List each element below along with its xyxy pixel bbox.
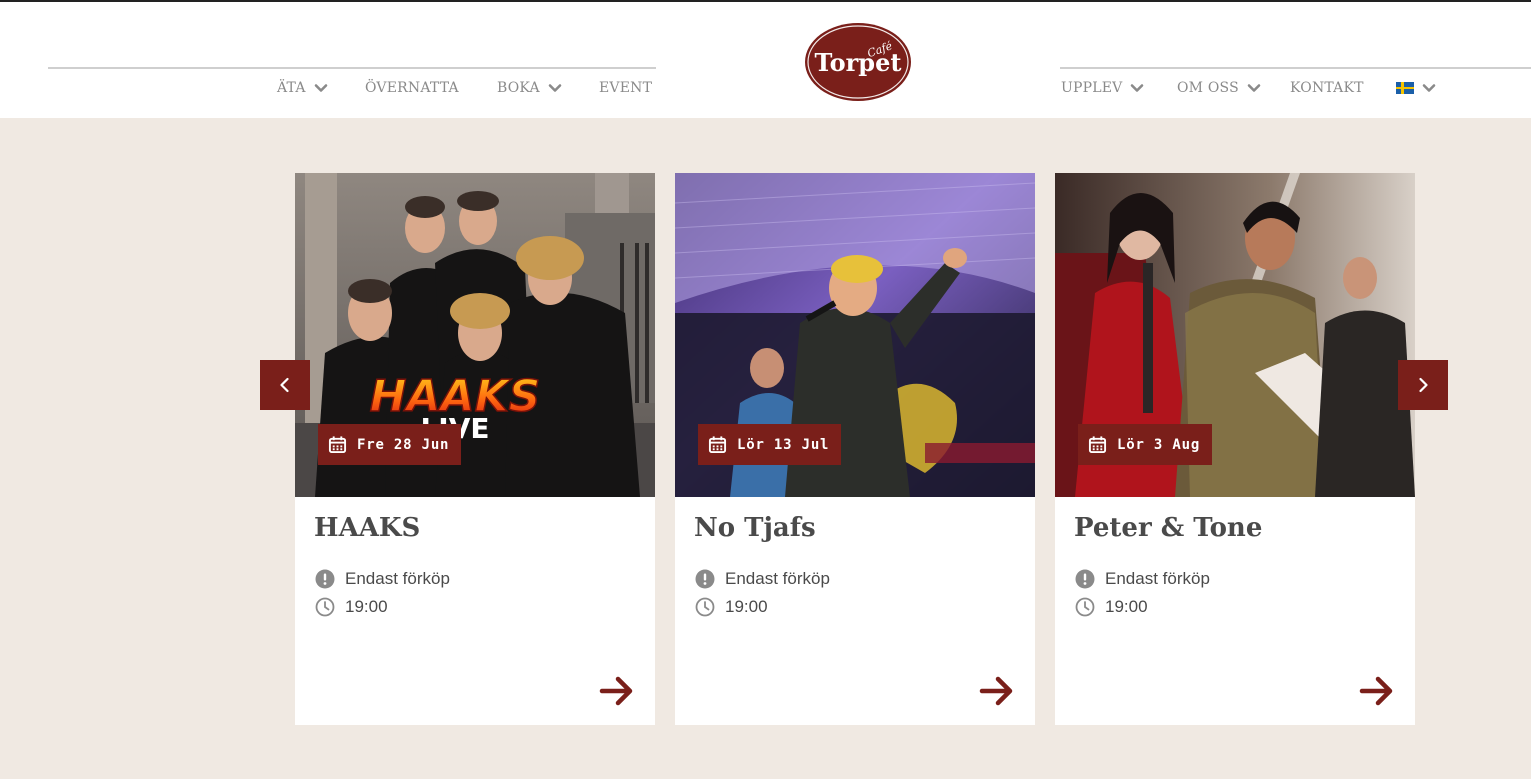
time-text: 19:00 [345,597,388,616]
language-switcher[interactable] [1396,78,1436,98]
header-rule-right [1060,67,1531,69]
calendar-icon [708,436,727,454]
arrow-right-icon[interactable] [1359,673,1395,709]
time-row: 19:00 [1075,597,1148,617]
chevron-left-icon [280,377,289,393]
clock-icon [695,597,715,617]
slider-next-button[interactable] [1398,360,1448,410]
clock-icon [315,597,335,617]
event-card[interactable]: HAAKS LIVE Fre 28 Jun HAAKS Endast förkö… [295,173,655,725]
nav-label: EVENT [599,80,653,96]
arrow-right-icon[interactable] [599,673,635,709]
info-row: Endast förköp [695,569,830,589]
nav-label: KONTAKT [1290,80,1364,96]
info-text: Endast förköp [345,569,450,588]
calendar-icon [328,436,347,454]
slider-prev-button[interactable] [260,360,310,410]
chevron-down-icon [548,81,562,95]
event-date: Fre 28 Jun [357,436,450,453]
nav-item-overnatta[interactable]: ÖVERNATTA [365,78,459,98]
nav-label: ÖVERNATTA [365,80,459,96]
chevron-down-icon [1422,81,1436,95]
info-text: Endast förköp [725,569,830,588]
logo-main-text: Torpet [815,48,902,77]
nav-label: UPPLEV [1061,80,1123,96]
event-title: Peter & Tone [1074,513,1263,543]
time-row: 19:00 [315,597,388,617]
site-header: ÄTA ÖVERNATTA BOKA EVENT Café Torpet UPP… [0,2,1531,118]
event-card[interactable]: Lör 3 Aug Peter & Tone Endast förköp 19:… [1055,173,1415,725]
header-rule-left [48,67,656,69]
time-row: 19:00 [695,597,768,617]
info-text: Endast förköp [1105,569,1210,588]
nav-label: ÄTA [277,80,306,96]
arrow-right-icon[interactable] [979,673,1015,709]
event-title: HAAKS [314,513,421,543]
exclamation-circle-icon [695,569,715,589]
nav-item-upplev[interactable]: UPPLEV [1061,78,1144,98]
nav-item-kontakt[interactable]: KONTAKT [1290,78,1364,98]
event-date: Lör 13 Jul [737,436,830,453]
chevron-right-icon [1419,377,1428,393]
nav-item-om-oss[interactable]: OM OSS [1177,78,1261,98]
clock-icon [1075,597,1095,617]
time-text: 19:00 [725,597,768,616]
logo[interactable]: Café Torpet [804,22,912,102]
date-badge: Lör 3 Aug [1078,424,1213,465]
chevron-down-icon [1247,81,1261,95]
info-row: Endast förköp [315,569,450,589]
nav-label: BOKA [497,80,540,96]
date-badge: Lör 13 Jul [698,424,842,465]
calendar-icon [1088,436,1107,454]
exclamation-circle-icon [1075,569,1095,589]
date-badge: Fre 28 Jun [318,424,462,465]
event-title: No Tjafs [694,513,816,543]
chevron-down-icon [1130,81,1144,95]
nav-label: OM OSS [1177,80,1239,96]
info-row: Endast förköp [1075,569,1210,589]
nav-item-event[interactable]: EVENT [599,78,652,98]
event-date: Lör 3 Aug [1117,436,1201,453]
nav-item-boka[interactable]: BOKA [497,78,562,98]
sweden-flag-icon [1396,82,1414,94]
nav-item-ata[interactable]: ÄTA [277,78,328,98]
exclamation-circle-icon [315,569,335,589]
event-card[interactable]: Lör 13 Jul No Tjafs Endast förköp 19:00 [675,173,1035,725]
chevron-down-icon [314,81,328,95]
time-text: 19:00 [1105,597,1148,616]
